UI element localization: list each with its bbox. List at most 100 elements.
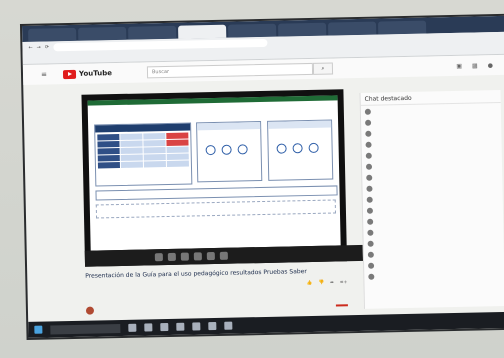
mail-icon[interactable] bbox=[192, 322, 201, 331]
channel-avatar[interactable] bbox=[85, 306, 95, 315]
subscribe-button[interactable] bbox=[335, 304, 348, 307]
table-cell bbox=[166, 132, 189, 140]
browser-tab[interactable] bbox=[278, 22, 327, 37]
header-icons: ▣ ▦ ● bbox=[456, 62, 493, 70]
table-cell bbox=[120, 161, 143, 168]
video-camera-icon[interactable]: ▣ bbox=[456, 62, 462, 69]
circle-marker bbox=[292, 143, 303, 154]
share-icon[interactable]: ➦ bbox=[330, 281, 334, 286]
avatar bbox=[366, 207, 374, 214]
photo-background: ← → ⟳ ≡ YouTube Buscar ⌕ ▣ ▦ ● Presentac… bbox=[0, 0, 504, 358]
slide-table-cells bbox=[95, 130, 191, 170]
live-chat-panel: Chat destacado bbox=[359, 89, 504, 309]
taskbar-search-box[interactable] bbox=[50, 323, 121, 334]
browser-tab[interactable] bbox=[28, 27, 77, 42]
circle-marker bbox=[221, 144, 232, 155]
avatar bbox=[366, 196, 373, 203]
presentation-slide bbox=[87, 95, 341, 251]
search-button[interactable]: ⌕ bbox=[312, 62, 334, 75]
avatar bbox=[365, 130, 372, 137]
dislike-icon[interactable]: 👎 bbox=[318, 281, 324, 286]
windows-taskbar bbox=[28, 311, 504, 338]
taskbar-app-icon bbox=[167, 252, 176, 261]
like-icon[interactable]: 👍 bbox=[307, 281, 313, 286]
taskbar-app-icon bbox=[180, 252, 189, 261]
table-cell bbox=[166, 160, 189, 167]
word-icon[interactable] bbox=[224, 321, 233, 330]
circle-marker bbox=[308, 142, 319, 154]
notifications-icon[interactable]: ● bbox=[488, 62, 493, 69]
avatar bbox=[364, 108, 371, 115]
youtube-play-icon bbox=[62, 69, 77, 79]
search-input[interactable]: Buscar bbox=[146, 62, 314, 79]
circle-diagram-caption bbox=[197, 122, 261, 131]
browser-tab[interactable] bbox=[228, 23, 277, 38]
avatar bbox=[365, 163, 373, 170]
video-title: Presentación de la Guía para el uso peda… bbox=[85, 268, 307, 280]
browser-window: ← → ⟳ ≡ YouTube Buscar ⌕ ▣ ▦ ● Presentac… bbox=[22, 15, 504, 338]
table-cell bbox=[166, 146, 189, 153]
table-cell bbox=[97, 161, 120, 169]
table-cell bbox=[143, 140, 166, 147]
table-cell bbox=[143, 154, 166, 161]
search-icon: ⌕ bbox=[321, 65, 325, 72]
avatar bbox=[367, 218, 374, 225]
circle-marker bbox=[237, 144, 248, 155]
taskbar-app-icon bbox=[206, 252, 215, 261]
task-view-icon[interactable] bbox=[128, 323, 137, 332]
file-explorer-icon[interactable] bbox=[160, 323, 169, 332]
chat-message bbox=[364, 268, 504, 282]
table-cell bbox=[143, 133, 166, 140]
table-cell bbox=[97, 147, 120, 155]
youtube-logo[interactable]: YouTube bbox=[62, 69, 112, 79]
avatar bbox=[368, 262, 375, 269]
table-cell bbox=[120, 140, 143, 147]
taskbar-app-icon bbox=[193, 252, 202, 261]
store-icon[interactable] bbox=[176, 322, 185, 331]
avatar bbox=[366, 185, 373, 192]
forward-icon[interactable]: → bbox=[37, 45, 41, 51]
avatar bbox=[368, 273, 375, 280]
table-cell bbox=[166, 153, 189, 160]
circle-diagram-caption bbox=[268, 120, 332, 129]
table-cell bbox=[120, 133, 143, 140]
edge-icon[interactable] bbox=[144, 323, 153, 332]
slide-table bbox=[94, 122, 193, 187]
circle-marker bbox=[205, 144, 216, 156]
table-cell bbox=[166, 139, 189, 146]
avatar bbox=[367, 229, 374, 236]
table-cell bbox=[97, 154, 120, 162]
slide-circle-diagrams bbox=[196, 119, 334, 183]
avatar bbox=[365, 119, 372, 126]
video-player[interactable] bbox=[81, 89, 417, 267]
browser-tab[interactable] bbox=[128, 25, 177, 40]
reload-icon[interactable]: ⟳ bbox=[45, 44, 49, 50]
slide-note-box bbox=[95, 199, 336, 219]
chrome-icon[interactable] bbox=[208, 321, 217, 331]
avatar bbox=[367, 240, 374, 247]
browser-tab[interactable] bbox=[327, 21, 377, 36]
taskbar-app-icon bbox=[154, 253, 163, 262]
browser-tab[interactable] bbox=[377, 20, 427, 35]
menu-icon[interactable]: ≡ bbox=[41, 70, 47, 78]
circle-diagram-box bbox=[267, 119, 334, 181]
table-cell bbox=[120, 147, 143, 154]
table-cell bbox=[143, 161, 166, 168]
slide-title bbox=[94, 106, 244, 109]
table-cell bbox=[97, 140, 120, 148]
avatar bbox=[365, 141, 372, 148]
browser-tab[interactable] bbox=[78, 26, 127, 41]
video-meta: 👍 👎 ➦ ≡+ bbox=[85, 280, 348, 290]
windows-start-icon[interactable] bbox=[34, 325, 43, 334]
save-icon[interactable]: ≡+ bbox=[340, 280, 348, 285]
apps-icon[interactable]: ▦ bbox=[472, 62, 478, 69]
channel-row bbox=[85, 301, 348, 315]
back-icon[interactable]: ← bbox=[28, 45, 32, 51]
circle-marker bbox=[276, 143, 287, 154]
avatar bbox=[366, 174, 373, 181]
table-cell bbox=[120, 154, 143, 161]
table-cell bbox=[143, 147, 166, 154]
avatar bbox=[365, 152, 372, 159]
circle-diagram-box bbox=[196, 121, 263, 183]
browser-tab-active[interactable] bbox=[178, 24, 227, 39]
